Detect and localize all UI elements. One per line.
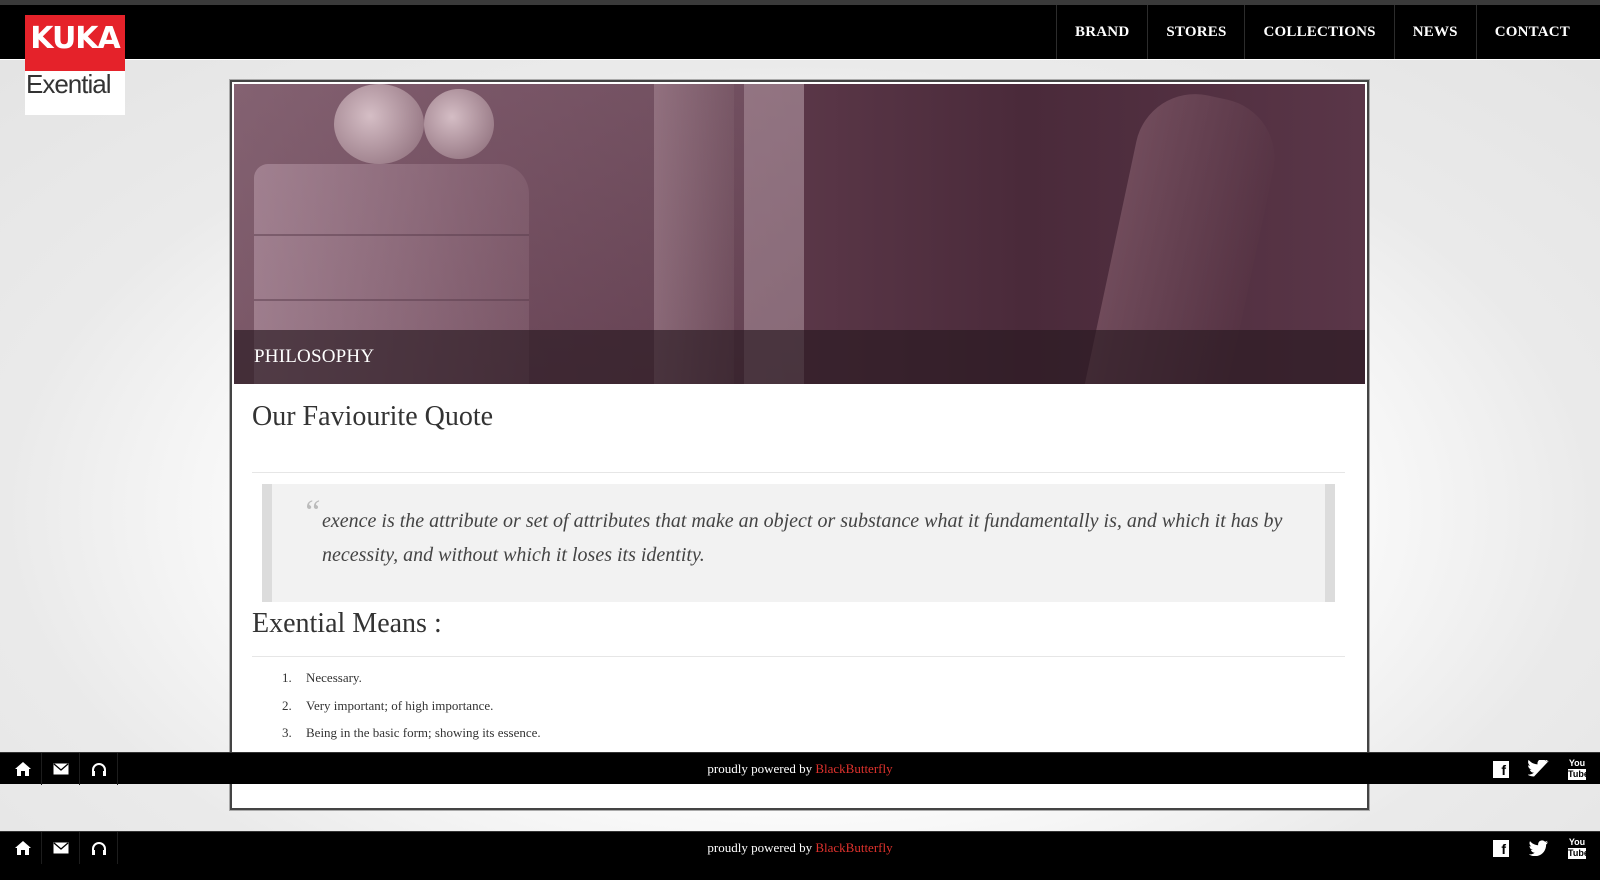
hero-caption-bar	[234, 330, 1365, 384]
hero-dresser-line	[254, 234, 529, 236]
list-number: 1.	[282, 670, 292, 685]
facebook-letter: f	[1493, 760, 1509, 778]
article-content: Our Faviourite Quote	[252, 400, 1345, 454]
hero-caption: PHILOSOPHY	[254, 346, 375, 367]
quote-mark-icon: “	[302, 494, 321, 531]
list-text: Necessary.	[306, 670, 362, 685]
list-item: 2. Very important; of high importance.	[282, 696, 541, 724]
divider	[252, 656, 1345, 657]
list-number: 2.	[282, 697, 292, 713]
nav-menu: BRAND STORES COLLECTIONS NEWS CONTACT	[1056, 5, 1588, 59]
nav-item-brand[interactable]: BRAND	[1056, 5, 1147, 59]
footer-social-icons: f You Tube	[1482, 753, 1596, 785]
powered-prefix: proudly powered by	[707, 761, 813, 776]
nav-item-news[interactable]: NEWS	[1393, 5, 1476, 59]
powered-by-text: proudly powered by BlackButterfly	[0, 761, 1600, 777]
powered-brand-link[interactable]: BlackButterfly	[815, 761, 892, 776]
hero-dresser-line	[254, 299, 529, 301]
footer-bar-bottom: proudly powered by BlackButterfly f You T…	[0, 831, 1600, 880]
twitter-icon[interactable]	[1520, 753, 1558, 785]
logo-kuka-text: KUKA	[30, 21, 121, 56]
footer-social-icons: f You Tube	[1482, 832, 1596, 864]
means-heading: Exential Means :	[252, 608, 442, 639]
hero-decor-ball	[424, 89, 494, 159]
facebook-letter: f	[1493, 839, 1509, 857]
youtube-bottom: Tube	[1568, 848, 1589, 859]
footer-bar: proudly powered by BlackButterfly f You T…	[0, 752, 1600, 785]
quote-text: exence is the attribute or set of attrib…	[322, 510, 1283, 566]
powered-by-text: proudly powered by BlackButterfly	[0, 840, 1600, 856]
youtube-icon[interactable]: You Tube	[1558, 753, 1596, 785]
youtube-bottom: Tube	[1568, 769, 1589, 780]
nav-item-collections[interactable]: COLLECTIONS	[1244, 5, 1393, 59]
nav-item-stores[interactable]: STORES	[1147, 5, 1244, 59]
list-item: 3. Being in the basic form; showing its …	[282, 723, 541, 751]
main-navbar: BRAND STORES COLLECTIONS NEWS CONTACT	[0, 5, 1600, 59]
list-text: Very important; of high importance.	[306, 697, 494, 713]
list-number: 3.	[282, 725, 292, 740]
kuka-exential-logo[interactable]: KUKA Exential	[25, 15, 125, 115]
nav-item-contact[interactable]: CONTACT	[1475, 5, 1588, 59]
youtube-icon[interactable]: You Tube	[1558, 832, 1596, 864]
facebook-icon[interactable]: f	[1482, 832, 1520, 864]
youtube-top: You	[1568, 758, 1586, 768]
youtube-top: You	[1568, 837, 1586, 847]
powered-brand-link[interactable]: BlackButterfly	[815, 840, 892, 855]
list-text: Being in the basic form; showing its ess…	[306, 725, 541, 740]
hero-banner: PHILOSOPHY	[234, 84, 1365, 384]
content-frame: PHILOSOPHY Our Faviourite Quote “ exence…	[230, 80, 1369, 810]
means-list: 1. Necessary. 2. Very important; of high…	[282, 668, 541, 751]
facebook-icon[interactable]: f	[1482, 753, 1520, 785]
list-item: 1. Necessary.	[282, 668, 541, 696]
quote-heading: Our Faviourite Quote	[252, 401, 494, 432]
powered-prefix: proudly powered by	[707, 840, 813, 855]
hero-decor-ball	[334, 84, 424, 164]
twitter-icon[interactable]	[1520, 832, 1558, 864]
blockquote: “ exence is the attribute or set of attr…	[262, 484, 1335, 602]
divider	[252, 472, 1345, 473]
logo-exential-text: Exential	[25, 71, 125, 115]
youtube-logo: You Tube	[1568, 758, 1589, 780]
youtube-logo: You Tube	[1568, 837, 1589, 859]
